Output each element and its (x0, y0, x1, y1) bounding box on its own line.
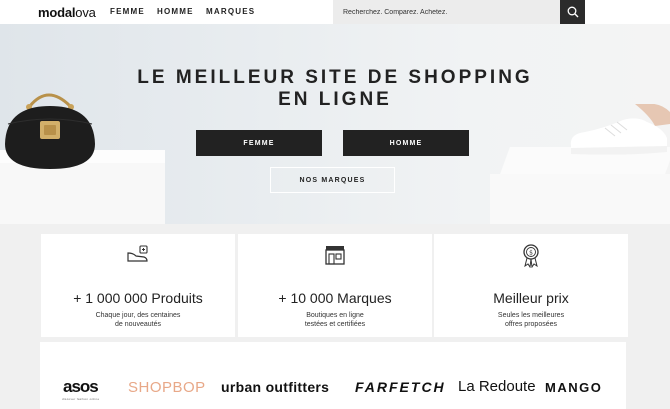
feature-subtitle: Boutiques en ligne testées et certifiées (238, 311, 432, 329)
feature-title: + 10 000 Marques (278, 290, 392, 306)
nos-marques-button[interactable]: NOS MARQUES (270, 167, 395, 193)
brand-mango[interactable]: MANGO (545, 380, 602, 395)
brand-logos-strip: asos discover fashion online SHOPBOP urb… (40, 342, 626, 409)
homme-button[interactable]: HOMME (343, 130, 469, 156)
femme-button[interactable]: FEMME (196, 130, 322, 156)
nav-marques[interactable]: MARQUES (206, 7, 255, 16)
feature-subtitle-line1: Seules les meilleures (497, 312, 565, 319)
feature-subtitle-line2: de nouveautés (115, 321, 161, 328)
feature-card-produits: + 1 000 000 Produits Chaque jour, des ce… (41, 234, 235, 337)
pedestal-right (490, 174, 670, 224)
hero-title-line2: EN LIGNE (278, 89, 392, 110)
feature-subtitle-line1: Chaque jour, des centaines (95, 312, 181, 319)
dollar-medal-icon: $ (523, 244, 539, 268)
top-nav: modalova FEMME HOMME MARQUES (0, 0, 670, 24)
feature-subtitle-line1: Boutiques en ligne (306, 312, 364, 319)
shoe-tag-icon (127, 245, 148, 262)
search-button[interactable] (560, 0, 585, 24)
logo[interactable]: modalova (38, 5, 96, 20)
logo-thin: ova (75, 5, 96, 20)
feature-subtitle-line2: testées et certifiées (304, 321, 366, 328)
brand-urban-outfitters[interactable]: urban outfitters (221, 379, 329, 395)
feature-title: + 1 000 000 Produits (73, 290, 203, 306)
hero-banner: LE MEILLEUR SITE DE SHOPPING EN LIGNE FE… (0, 24, 670, 224)
brand-farfetch[interactable]: FARFETCH (355, 379, 446, 395)
feature-card-marques: + 10 000 Marques Boutiques en ligne testé… (238, 234, 432, 337)
feature-title: Meilleur prix (493, 290, 569, 306)
feature-subtitle-line2: offres proposées (504, 321, 557, 328)
feature-subtitle: Chaque jour, des centaines de nouveautés (41, 311, 235, 329)
search-bar (333, 0, 585, 24)
svg-text:$: $ (529, 250, 533, 257)
feature-card-prix: $ Meilleur prix Seules les meilleures off… (434, 234, 628, 337)
search-input[interactable] (333, 0, 558, 24)
brand-asos-tagline: discover fashion online (62, 397, 100, 401)
sneaker-image (570, 104, 670, 155)
hero-title-line1: LE MEILLEUR SITE DE SHOPPING (137, 67, 533, 88)
brand-shopbop[interactable]: SHOPBOP (128, 379, 206, 396)
logo-main: modal (38, 5, 76, 20)
search-icon (567, 6, 578, 18)
feature-subtitle: Seules les meilleures offres proposées (434, 311, 628, 329)
brand-la-redoute[interactable]: La Redoute (458, 378, 536, 395)
nav-femme[interactable]: FEMME (110, 7, 145, 16)
storefront-icon (325, 246, 345, 265)
nav-homme[interactable]: HOMME (157, 7, 194, 16)
brand-asos[interactable]: asos (63, 377, 99, 397)
